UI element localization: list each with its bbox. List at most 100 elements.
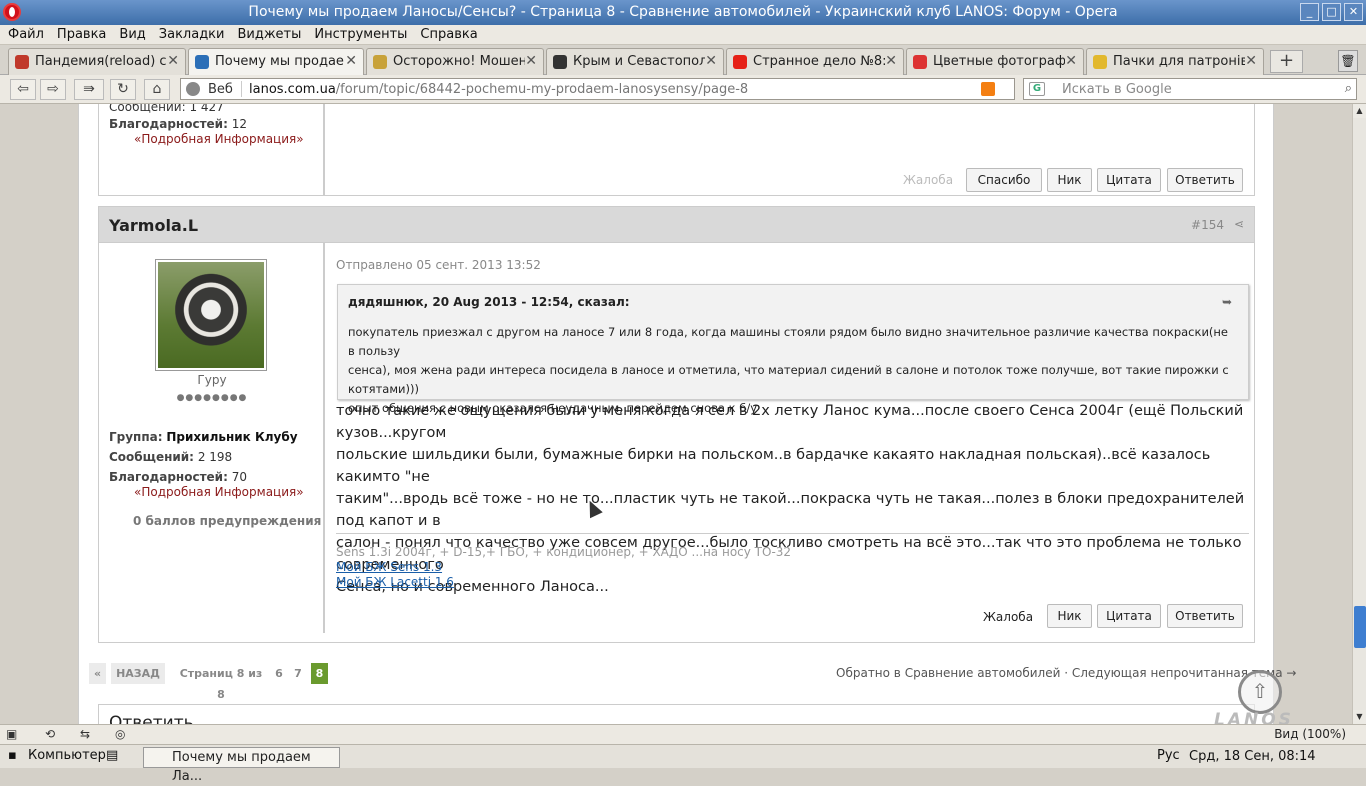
tab-favicon-icon <box>1093 55 1107 69</box>
tab-cartridges[interactable]: Пачки для патронів...✕ <box>1086 48 1264 75</box>
maximize-button[interactable]: □ <box>1322 3 1341 21</box>
show-desktop-icon[interactable]: ▪ <box>8 748 17 763</box>
messages-value: 2 198 <box>197 450 233 464</box>
tab-scam[interactable]: Осторожно! Мошен... ✕ <box>366 48 544 75</box>
status-bar: ▣ ⟲ ⇆ ◎ Вид (100%) <box>0 724 1366 744</box>
menu-view[interactable]: Вид <box>111 25 150 42</box>
home-icon[interactable]: ⌂ <box>144 79 170 100</box>
quote-button[interactable]: Цитата <box>1097 604 1161 628</box>
tab-current[interactable]: Почему мы продае... ✕ <box>188 48 364 76</box>
back-links[interactable]: Обратно в Сравнение автомобилей · Следую… <box>836 666 1296 680</box>
post-author[interactable]: Yarmola.L <box>109 216 198 235</box>
pager-current-page[interactable]: 8 <box>311 663 328 684</box>
prev-messages: Сообщений: 1 427 <box>109 104 224 114</box>
tab-close-icon[interactable]: ✕ <box>345 53 357 69</box>
post-line: точно такие же ощущения были у меня когд… <box>336 403 1244 441</box>
scroll-to-top-icon[interactable]: ⇧ <box>1238 670 1282 714</box>
scrollbar-thumb[interactable] <box>1354 606 1366 648</box>
tab-close-icon[interactable]: ✕ <box>1065 53 1077 69</box>
signature-link-sens[interactable]: Мой БЖ Sens 1.3 <box>336 560 442 574</box>
post-line: таким"...вродь всё тоже - но не то...пла… <box>336 491 1245 529</box>
nick-button[interactable]: Ник <box>1047 604 1092 628</box>
tab-close-icon[interactable]: ✕ <box>167 53 179 69</box>
menu-bookmarks[interactable]: Закладки <box>151 25 230 42</box>
sync-icon[interactable]: ⟲ <box>45 727 55 741</box>
tab-crimea[interactable]: Крым и Севастопол...✕ <box>546 48 724 75</box>
menu-help[interactable]: Справка <box>412 25 482 42</box>
tab-favicon-icon <box>195 55 209 69</box>
reply-button[interactable]: Ответить <box>1167 604 1243 628</box>
post-number[interactable]: #154 <box>1191 218 1224 232</box>
zoom-control[interactable]: Вид (100%) <box>1274 727 1346 741</box>
previous-post: Сообщений: 1 427 Благодарностей: 12 «Под… <box>98 104 1255 196</box>
vertical-scrollbar[interactable]: ▲ ▼ <box>1352 104 1366 724</box>
address-label: Веб <box>208 82 233 97</box>
post-line: польские шильдики были, бумажные бирки н… <box>336 447 1211 485</box>
taskbar-opera-window[interactable]: Почему мы продаем Ла... <box>143 747 340 784</box>
prev-reply-button[interactable]: Ответить <box>1167 168 1243 192</box>
scroll-up-arrow-icon[interactable]: ▲ <box>1353 104 1366 118</box>
pager-info[interactable]: Страниц 8 из 8 <box>176 663 266 701</box>
url-field[interactable]: Веб lanos.com.ua/forum/topic/68442-poche… <box>180 78 1015 100</box>
google-icon[interactable]: G <box>1029 82 1045 96</box>
quote-jump-icon[interactable]: ➥ <box>1222 295 1232 309</box>
search-icon[interactable]: ⌕ <box>1345 81 1352 96</box>
clock[interactable]: Срд, 18 Сен, 08:14 <box>1189 749 1316 764</box>
tab-strange-case[interactable]: Странное дело №8:... ✕ <box>726 48 904 75</box>
menu-tools[interactable]: Инструменты <box>306 25 412 42</box>
menu-edit[interactable]: Правка <box>49 25 111 42</box>
window-title: Почему мы продаем Ланосы/Сенсы? - Страни… <box>248 4 1118 20</box>
menu-file[interactable]: Файл <box>0 25 49 42</box>
prev-quote-button[interactable]: Цитата <box>1097 168 1161 192</box>
pager-page-7[interactable]: 7 <box>291 663 305 684</box>
search-field[interactable]: G Искать в Google ⌕ <box>1023 78 1357 100</box>
tab-color-photos[interactable]: Цветные фотограф... ✕ <box>906 48 1084 75</box>
close-button[interactable]: ✕ <box>1344 3 1363 21</box>
tab-close-icon[interactable]: ✕ <box>525 53 537 69</box>
prev-thanks-button[interactable]: Спасибо <box>966 168 1042 192</box>
tab-close-icon[interactable]: ✕ <box>705 53 717 69</box>
rss-icon[interactable] <box>981 82 995 96</box>
prev-more-info-link[interactable]: «Подробная Информация» <box>134 132 304 146</box>
keyboard-layout[interactable]: Рус <box>1157 748 1180 763</box>
post: Гуру ●●●●●●●● Группа: Прихильник Клубу С… <box>98 243 1255 643</box>
scroll-down-arrow-icon[interactable]: ▼ <box>1353 710 1366 724</box>
trash-icon[interactable]: 🗑 <box>1338 50 1358 72</box>
file-manager-icon[interactable]: ▤ <box>106 748 118 763</box>
tab-pandemic[interactable]: Пандемия(reload) с... ✕ <box>8 48 186 75</box>
pager-back-button[interactable]: НАЗАД <box>111 663 165 684</box>
computer-menu[interactable]: Компьютер <box>28 748 106 763</box>
minimize-button[interactable]: _ <box>1300 3 1319 21</box>
transfer-icon[interactable]: ⇆ <box>80 727 90 741</box>
back-icon[interactable]: ⇦ <box>10 79 36 100</box>
prev-thanks: Благодарностей: 12 <box>109 117 247 131</box>
avatar[interactable] <box>155 259 267 371</box>
user-rank: Гуру <box>197 373 227 387</box>
tab-close-icon[interactable]: ✕ <box>1245 53 1257 69</box>
thanks-value: 70 <box>231 470 247 484</box>
fast-forward-icon[interactable]: ⇛ <box>74 79 104 100</box>
pager-page-6[interactable]: 6 <box>272 663 286 684</box>
tab-label: Пачки для патронів... <box>1113 54 1245 69</box>
tab-close-icon[interactable]: ✕ <box>885 53 897 69</box>
warning-points: 0 баллов предупреждения <box>133 514 322 528</box>
share-icon[interactable]: ⋖ <box>1234 217 1244 231</box>
report-link[interactable]: Жалоба <box>983 610 1033 624</box>
post-body: точно такие же ощущения были у меня когд… <box>336 400 1248 598</box>
url-path: /forum/topic/68442-pochemu-my-prodaem-la… <box>335 82 749 97</box>
pager-prev-arrow[interactable]: « <box>89 663 106 684</box>
page-viewport: Сообщений: 1 427 Благодарностей: 12 «Под… <box>0 104 1352 724</box>
turbo-icon[interactable]: ◎ <box>115 727 125 741</box>
more-info-link[interactable]: «Подробная Информация» <box>134 485 304 499</box>
signature-link-lacetti[interactable]: Мой БЖ Lacetti 1.6 <box>336 575 454 589</box>
new-tab-button[interactable]: + <box>1270 50 1303 73</box>
prev-nick-button[interactable]: Ник <box>1047 168 1092 192</box>
forward-icon[interactable]: ⇨ <box>40 79 66 100</box>
forum-page: Сообщений: 1 427 Благодарностей: 12 «Под… <box>78 104 1296 724</box>
reload-icon[interactable]: ↻ <box>110 79 136 100</box>
menu-widgets[interactable]: Виджеты <box>229 25 306 42</box>
menu-bar: Файл Правка Вид Закладки Виджеты Инструменты С… <box>0 25 1366 45</box>
panel-toggle-icon[interactable]: ▣ <box>6 727 17 741</box>
globe-icon <box>186 82 200 96</box>
prev-report-link[interactable]: Жалоба <box>903 173 953 187</box>
